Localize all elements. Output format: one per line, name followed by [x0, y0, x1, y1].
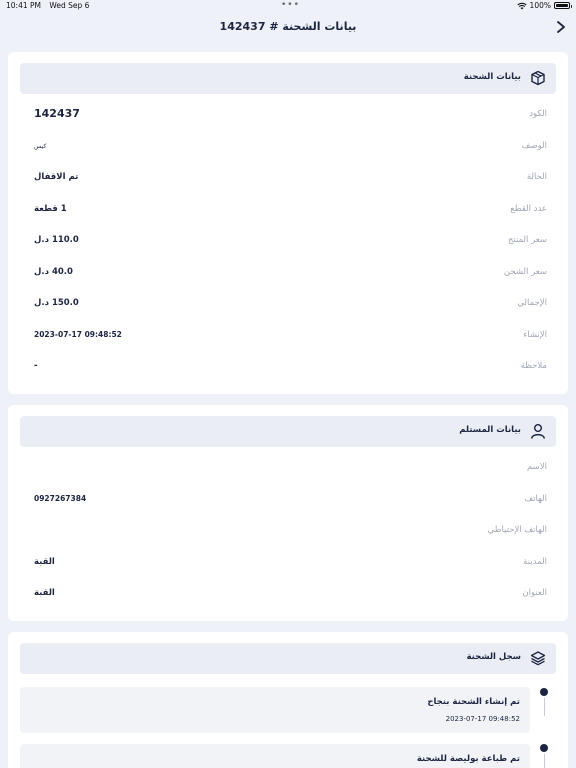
- detail-value: -: [34, 361, 38, 371]
- timeline-line: [543, 698, 545, 716]
- detail-value: 1 قطعة: [34, 204, 67, 214]
- detail-row-code: الكود 142437: [8, 106, 568, 126]
- shipment-log-header: سجل الشحنة: [20, 643, 556, 674]
- detail-label: المدينة: [523, 557, 547, 567]
- detail-row-name: الاسم: [8, 459, 568, 479]
- status-bar: 10:41 PM Wed Sep 6 ••• 100%: [0, 0, 576, 12]
- detail-label: ملاحظة: [520, 361, 547, 371]
- timeline-dot: [540, 744, 548, 752]
- detail-value: 2023-07-17 09:48:52: [34, 330, 122, 339]
- detail-row-product-price: سعر المنتج 110.0 د.ل: [8, 232, 568, 252]
- timeline-line: [543, 754, 545, 768]
- detail-label: الهاتف: [524, 494, 547, 504]
- detail-row-created: الإنشاء 2023-07-17 09:48:52: [8, 327, 568, 347]
- log-item-time: 2023-07-17 09:48:52: [445, 715, 520, 723]
- log-item-title: تم إنشاء الشحنة بنجاح: [427, 697, 520, 707]
- recipient-card-title: بيانات المستلم: [459, 425, 521, 435]
- detail-label: الاسم: [527, 462, 547, 472]
- detail-label: الإنشاء: [523, 330, 547, 340]
- shipment-card-title: بيانات الشحنة: [463, 72, 521, 82]
- shipment-log-title: سجل الشحنة: [466, 652, 521, 662]
- detail-value: 40.0 د.ل: [34, 267, 73, 277]
- detail-value: تم الاقفال: [34, 172, 79, 182]
- detail-row-pieces: عدد القطع 1 قطعة: [8, 201, 568, 221]
- detail-label: العنوان: [522, 588, 547, 598]
- detail-row-status: الحالة تم الاقفال: [8, 169, 568, 189]
- battery-icon: [554, 2, 572, 9]
- detail-value: 0927267384: [34, 494, 87, 503]
- detail-value: 142437: [34, 107, 80, 120]
- shipment-log-card: سجل الشحنة تم إنشاء الشحنة بنجاح 2023-07…: [8, 632, 568, 768]
- battery-percent: 100%: [529, 1, 551, 10]
- multitasking-dots-icon[interactable]: •••: [281, 0, 300, 10]
- shipment-card: بيانات الشحنة الكود 142437 الوصف كيس الح…: [8, 52, 568, 394]
- detail-row-total: الإجمالي 150.0 د.ل: [8, 295, 568, 315]
- detail-row-backup-phone: الهاتف الإحتياطي: [8, 522, 568, 542]
- detail-value: 150.0 د.ل: [34, 298, 79, 308]
- detail-label: الهاتف الإحتياطي: [487, 525, 547, 535]
- log-item: تم إنشاء الشحنة بنجاح 2023-07-17 09:48:5…: [20, 687, 530, 733]
- detail-label: سعر المنتج: [507, 235, 547, 245]
- page-title: بيانات الشحنة # 142437: [219, 20, 357, 33]
- user-icon: [531, 424, 545, 439]
- detail-value: القبة: [34, 557, 55, 567]
- detail-row-description: الوصف كيس: [8, 138, 568, 158]
- detail-row-shipping-price: سعر الشحن 40.0 د.ل: [8, 264, 568, 284]
- box-icon: [531, 70, 545, 86]
- detail-value: كيس: [34, 143, 47, 150]
- layers-icon: [530, 651, 546, 666]
- detail-value: 110.0 د.ل: [34, 235, 79, 245]
- status-time: 10:41 PM: [6, 1, 41, 10]
- detail-row-city: المدينة القبة: [8, 554, 568, 574]
- detail-label: سعر الشحن: [503, 267, 547, 277]
- log-item-title: تم طباعة بوليصة للشحنة: [416, 754, 520, 764]
- detail-label: الإجمالي: [517, 298, 547, 308]
- detail-label: الكود: [529, 109, 547, 119]
- detail-row-note: ملاحظة -: [8, 358, 568, 378]
- detail-row-phone: الهاتف 0927267384: [8, 491, 568, 511]
- detail-label: الوصف: [521, 141, 547, 151]
- recipient-card-header: بيانات المستلم: [20, 416, 556, 447]
- timeline-dot: [540, 688, 548, 696]
- detail-label: عدد القطع: [510, 204, 547, 214]
- wifi-icon: [516, 2, 527, 9]
- recipient-card: بيانات المستلم الاسم الهاتف 0927267384 ا…: [8, 405, 568, 621]
- chevron-right-icon[interactable]: [554, 20, 568, 34]
- log-item: تم طباعة بوليصة للشحنة: [20, 744, 530, 768]
- detail-label: الحالة: [526, 172, 547, 182]
- navigation-bar: بيانات الشحنة # 142437: [0, 12, 576, 44]
- detail-row-address: العنوان القبة: [8, 585, 568, 605]
- detail-value: القبة: [34, 588, 55, 598]
- status-date: Wed Sep 6: [49, 1, 90, 10]
- shipment-card-header: بيانات الشحنة: [20, 63, 556, 94]
